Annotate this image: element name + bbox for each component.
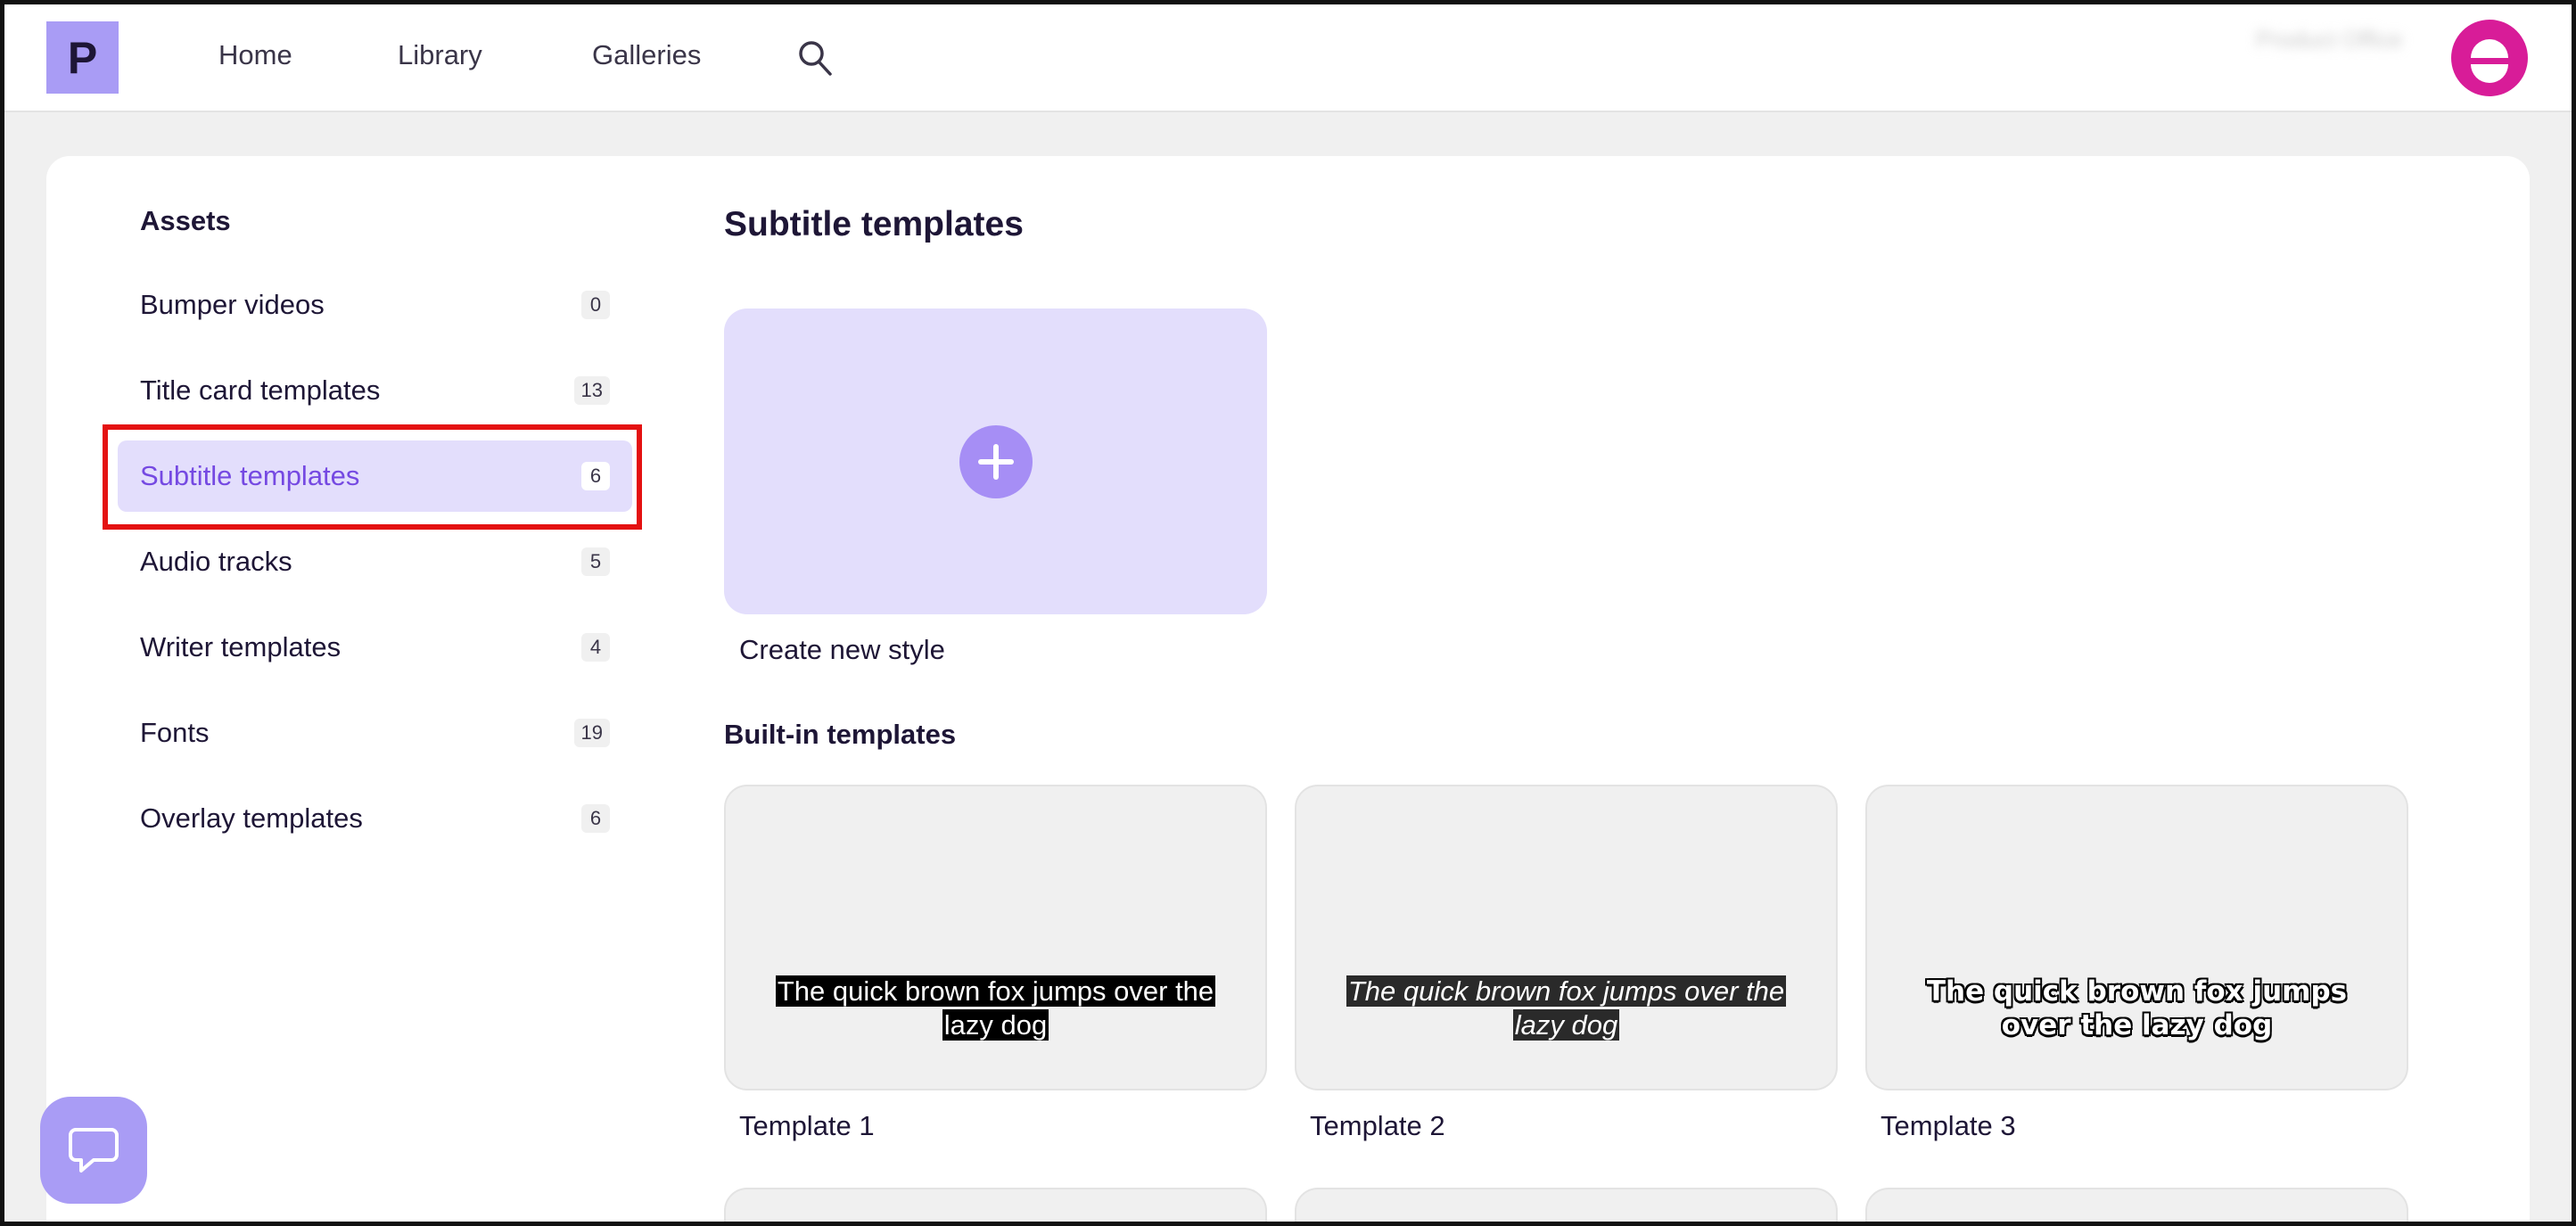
- sidebar-item-label: Fonts: [140, 717, 210, 748]
- sidebar-heading: Assets: [140, 205, 231, 236]
- selection-highlight-box: [103, 424, 642, 530]
- count-badge: 4: [581, 633, 610, 662]
- subtitle-sample-preview: The quick brown fox jumps over the lazy …: [1926, 975, 2348, 1042]
- sidebar-item-bumper-videos[interactable]: Bumper videos 0: [118, 269, 632, 341]
- template-card-1[interactable]: The quick brown fox jumps over the lazy …: [724, 785, 1267, 1090]
- sidebar-item-writer-templates[interactable]: Writer templates 4: [118, 612, 632, 683]
- template-card-partial[interactable]: [724, 1188, 1267, 1226]
- template-name[interactable]: Template 1: [739, 1110, 875, 1142]
- chat-support-button[interactable]: [40, 1097, 147, 1204]
- create-new-style-card[interactable]: [724, 309, 1267, 614]
- template-card-3[interactable]: The quick brown fox jumps over the lazy …: [1865, 785, 2408, 1090]
- nav-home-link[interactable]: Home: [218, 39, 292, 71]
- template-card-2[interactable]: The quick brown fox jumps over the lazy …: [1295, 785, 1838, 1090]
- create-new-style-label[interactable]: Create new style: [739, 634, 945, 666]
- sidebar-item-fonts[interactable]: Fonts 19: [118, 697, 632, 769]
- builtin-templates-heading: Built-in templates: [724, 719, 957, 750]
- search-icon[interactable]: [797, 39, 833, 77]
- chat-bubble-icon: [69, 1128, 119, 1173]
- count-badge: 0: [581, 291, 610, 319]
- template-name[interactable]: Template 3: [1881, 1110, 2016, 1142]
- subtitle-sample-preview: The quick brown fox jumps over the lazy …: [775, 975, 1216, 1041]
- count-badge: 19: [573, 719, 610, 747]
- count-badge: 13: [573, 376, 610, 405]
- subtitle-sample-preview: The quick brown fox jumps over the lazy …: [1346, 975, 1787, 1041]
- user-avatar[interactable]: [2451, 20, 2528, 96]
- sidebar-item-title-card-templates[interactable]: Title card templates 13: [118, 355, 632, 426]
- sidebar-item-label: Writer templates: [140, 631, 342, 662]
- sidebar-item-label: Title card templates: [140, 374, 381, 406]
- plus-icon: [959, 424, 1033, 498]
- template-card-partial[interactable]: [1295, 1188, 1838, 1226]
- app-logo[interactable]: P: [46, 21, 119, 94]
- count-badge: 5: [581, 547, 610, 576]
- sidebar-item-label: Audio tracks: [140, 546, 292, 577]
- sidebar-item-label: Bumper videos: [140, 289, 325, 320]
- sidebar-item-label: Overlay templates: [140, 802, 363, 834]
- sidebar-item-audio-tracks[interactable]: Audio tracks 5: [118, 526, 632, 597]
- count-badge: 6: [581, 804, 610, 833]
- avatar-face-icon: [2471, 39, 2508, 83]
- user-name[interactable]: Product Office: [2256, 25, 2434, 87]
- template-name[interactable]: Template 2: [1310, 1110, 1445, 1142]
- sidebar-item-overlay-templates[interactable]: Overlay templates 6: [118, 783, 632, 854]
- nav-library-link[interactable]: Library: [398, 39, 482, 71]
- top-navigation-bar: P Home Library Galleries Product Office: [0, 0, 2576, 112]
- page-title: Subtitle templates: [724, 205, 1024, 243]
- template-card-partial[interactable]: [1865, 1188, 2408, 1226]
- nav-galleries-link[interactable]: Galleries: [592, 39, 701, 71]
- logo-letter: P: [67, 32, 98, 83]
